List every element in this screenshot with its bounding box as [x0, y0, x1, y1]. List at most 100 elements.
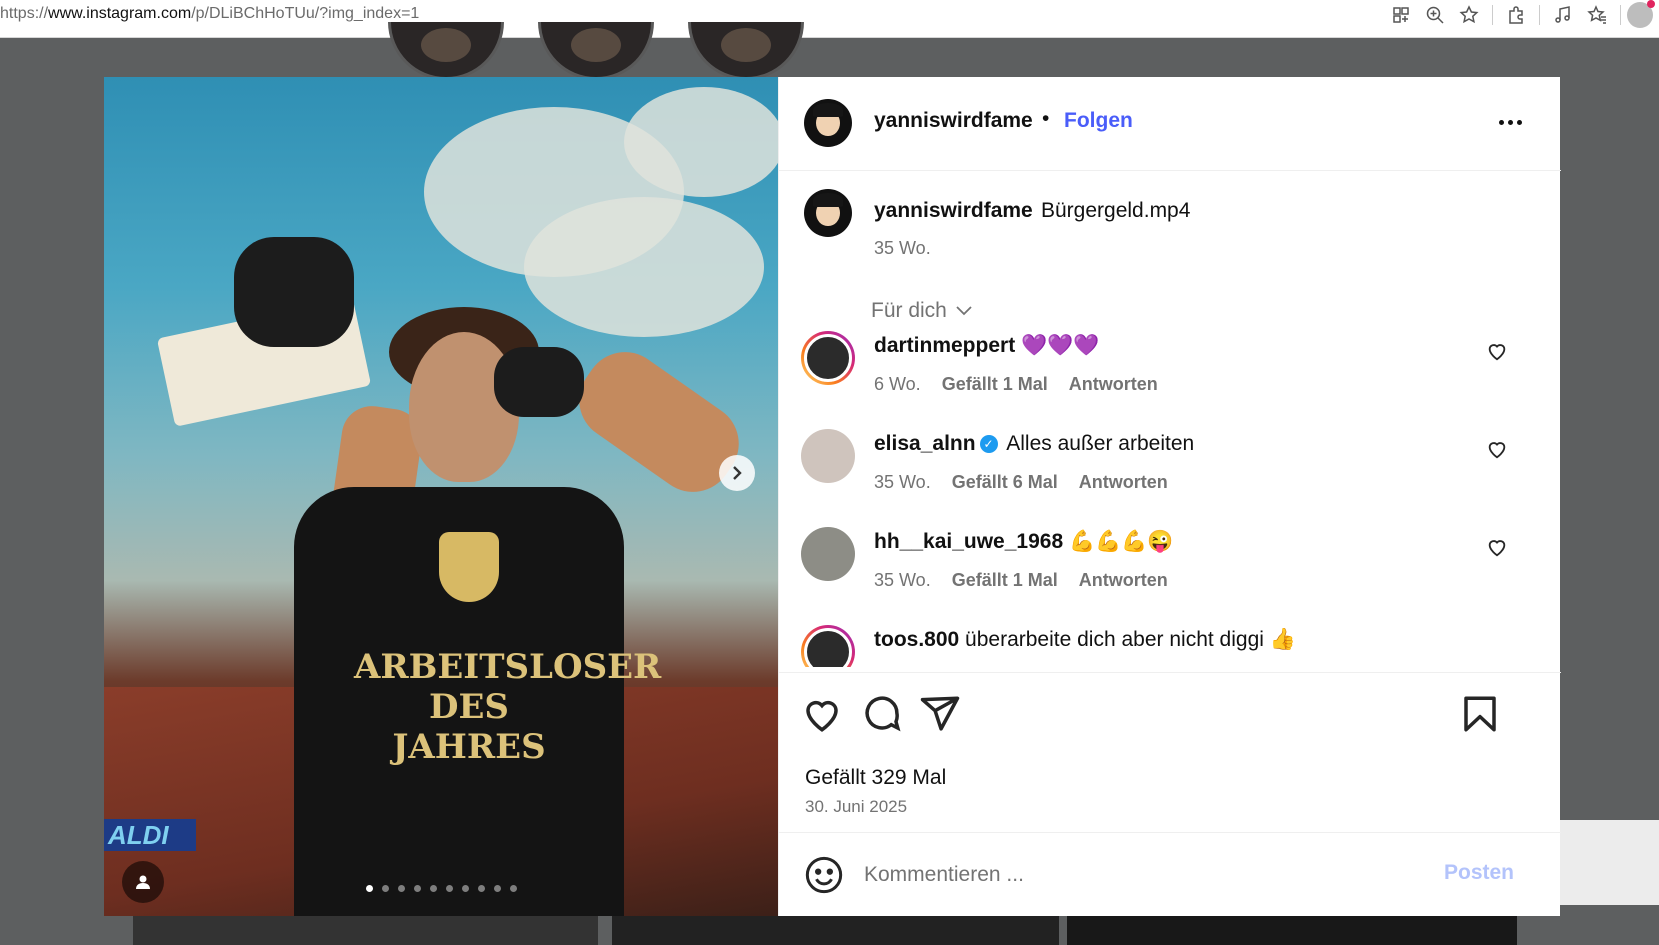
comments-list: dartinmeppert 💜💜💜 6 Wo. Gefällt 1 Mal An… [779, 322, 1561, 667]
comment-input[interactable] [864, 858, 1424, 892]
url-scheme: https:// [0, 5, 49, 22]
follow-button[interactable]: Folgen [1064, 109, 1133, 133]
comment-timestamp[interactable]: 6 Wo. [874, 374, 921, 394]
comment-meta: 6 Wo. Gefällt 1 Mal Antworten [874, 374, 1174, 395]
heart-icon[interactable] [801, 693, 843, 735]
reply-button[interactable]: Antworten [1069, 374, 1158, 394]
carousel-dot [494, 885, 501, 892]
chevron-down-icon [956, 306, 972, 316]
store-sign: ALDI [104, 819, 196, 851]
commenter-avatar[interactable] [801, 331, 855, 385]
reply-button[interactable]: Antworten [1079, 570, 1168, 590]
grid-icon[interactable] [1384, 0, 1418, 30]
comment-item: elisa_alnn ✓ Alles außer arbeiten 35 Wo. … [779, 420, 1561, 520]
comment-text: 💜💜💜 [1021, 334, 1100, 357]
comment-likes[interactable]: Gefällt 1 Mal [942, 374, 1048, 394]
post-actions: Gefällt 329 Mal 30. Juni 2025 [779, 672, 1561, 822]
carousel-dot [414, 885, 421, 892]
zoom-icon[interactable] [1418, 0, 1452, 30]
photo-glove [494, 347, 584, 417]
toolbar-divider [1620, 5, 1621, 25]
reply-button[interactable]: Antworten [1079, 472, 1168, 492]
carousel-dot [398, 885, 405, 892]
address-bar[interactable]: https://www.instagram.com/p/DLiBChHoTUu/… [0, 0, 419, 28]
carousel-dot [430, 885, 437, 892]
comment-icon[interactable] [861, 693, 903, 735]
carousel-dot [446, 885, 453, 892]
header-separator: • [1042, 107, 1050, 130]
trophy-graphic [439, 532, 499, 602]
commenter-username[interactable]: elisa_alnn [874, 432, 976, 455]
author-username[interactable]: yanniswirdfame [874, 109, 1033, 133]
shirt-print: ARBEITSLOSER DES JAHRES [354, 647, 662, 767]
heart-icon[interactable] [1486, 536, 1508, 558]
shirt-line-2: DES JAHRES [392, 687, 546, 767]
favorites-icon[interactable] [1580, 0, 1614, 30]
comment-likes[interactable]: Gefällt 6 Mal [952, 472, 1058, 492]
comment-text: Alles außer arbeiten [1006, 432, 1195, 455]
post-comment-button[interactable]: Posten [1444, 861, 1514, 885]
comment-line: toos.800 überarbeite dich aber nicht dig… [874, 628, 1296, 652]
commenter-avatar[interactable] [801, 625, 855, 667]
heart-icon[interactable] [1486, 438, 1508, 460]
music-icon[interactable] [1546, 0, 1580, 30]
comment-sort-dropdown[interactable]: Für dich [871, 299, 973, 323]
author-avatar[interactable] [804, 99, 852, 147]
comment-meta: 35 Wo. Gefällt 6 Mal Antworten [874, 472, 1184, 493]
post-like-count[interactable]: Gefällt 329 Mal [805, 766, 946, 790]
person-tag-icon [136, 875, 150, 889]
browser-toolbar: https://www.instagram.com/p/DLiBChHoTUu/… [0, 0, 1659, 38]
story-avatar [538, 22, 654, 80]
url-host: www.instagram.com [48, 5, 192, 22]
comment-item: hh__kai_uwe_1968 💪💪💪😜 35 Wo. Gefällt 1 M… [779, 518, 1561, 618]
comment-line: elisa_alnn ✓ Alles außer arbeiten [874, 432, 1194, 456]
toolbar-divider [1492, 5, 1493, 25]
comment-item: dartinmeppert 💜💜💜 6 Wo. Gefällt 1 Mal An… [779, 322, 1561, 422]
comment-item: toos.800 überarbeite dich aber nicht dig… [779, 616, 1561, 667]
carousel-dot [382, 885, 389, 892]
post-image: ARBEITSLOSER DES JAHRES ALDI [104, 77, 778, 916]
commenter-avatar[interactable] [801, 527, 855, 581]
comment-meta: 35 Wo. Gefällt 1 Mal Antworten [874, 570, 1184, 591]
verified-badge-icon: ✓ [979, 435, 998, 453]
comment-text: überarbeite dich aber nicht diggi 👍 [965, 628, 1296, 651]
profile-avatar[interactable] [1627, 0, 1655, 28]
carousel-dot [478, 885, 485, 892]
comment-composer: Posten [779, 832, 1561, 916]
caption-timestamp[interactable]: 35 Wo. [874, 238, 931, 259]
comment-timestamp[interactable]: 35 Wo. [874, 570, 931, 590]
feed-background [1560, 820, 1659, 905]
emoji-icon[interactable] [804, 855, 844, 895]
caption-avatar[interactable] [804, 189, 852, 237]
comment-timestamp[interactable]: 35 Wo. [874, 472, 931, 492]
carousel-dot [462, 885, 469, 892]
extensions-icon[interactable] [1499, 0, 1533, 30]
bookmark-icon[interactable] [1459, 693, 1501, 735]
comment-line: dartinmeppert 💜💜💜 [874, 334, 1099, 358]
commenter-username[interactable]: hh__kai_uwe_1968 [874, 530, 1063, 553]
post-header: yanniswirdfame • Folgen [779, 77, 1561, 171]
heart-icon[interactable] [1486, 340, 1508, 362]
story-avatar [388, 22, 504, 80]
post-side-panel: yanniswirdfame • Folgen yanniswirdfame B… [778, 77, 1561, 916]
story-avatar [688, 22, 804, 80]
post-date[interactable]: 30. Juni 2025 [805, 797, 907, 817]
commenter-avatar[interactable] [801, 429, 855, 483]
toolbar-divider [1539, 5, 1540, 25]
commenter-username[interactable]: toos.800 [874, 628, 959, 651]
share-icon[interactable] [919, 693, 961, 735]
caption-text: Bürgergeld.mp4 [1041, 199, 1191, 222]
star-icon[interactable] [1452, 0, 1486, 30]
caption-username[interactable]: yanniswirdfame [874, 199, 1033, 223]
carousel-indicator [366, 885, 517, 892]
carousel-dot [366, 885, 373, 892]
tagged-users-button[interactable] [122, 861, 164, 903]
commenter-username[interactable]: dartinmeppert [874, 334, 1015, 357]
shirt-line-1: ARBEITSLOSER [354, 647, 662, 687]
carousel-dot [510, 885, 517, 892]
comment-line: hh__kai_uwe_1968 💪💪💪😜 [874, 530, 1174, 554]
more-icon[interactable] [1492, 107, 1528, 137]
browser-actions [1384, 0, 1659, 30]
comment-likes[interactable]: Gefällt 1 Mal [952, 570, 1058, 590]
next-image-button[interactable] [719, 455, 755, 491]
